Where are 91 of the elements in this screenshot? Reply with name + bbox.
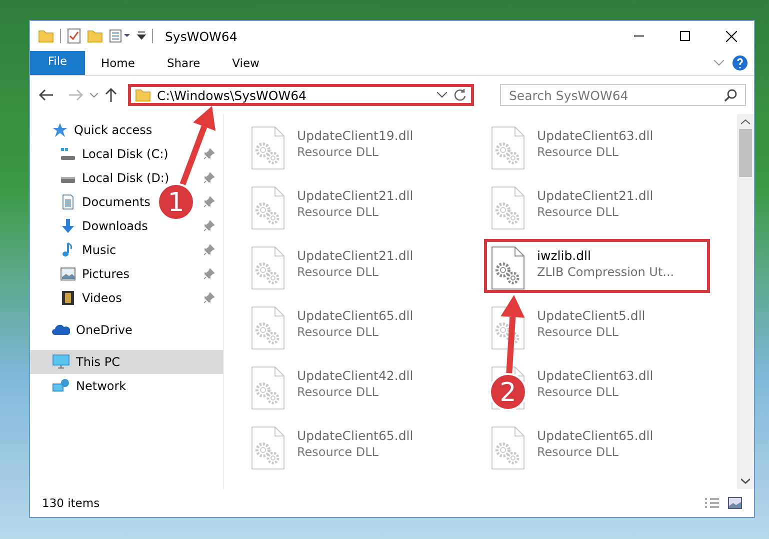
file-gear-icon xyxy=(251,186,285,230)
file-type: Resource DLL xyxy=(537,385,620,399)
file-name[interactable]: UpdateClient65.dll xyxy=(297,428,414,443)
address-bar[interactable]: C:\Windows\SysWOW64 xyxy=(128,84,474,106)
file-gear-icon xyxy=(251,306,285,350)
file-type: Resource DLL xyxy=(537,145,620,159)
sidebar-item[interactable]: Quick access xyxy=(30,118,156,142)
file-gear-icon xyxy=(491,426,525,470)
refresh-icon[interactable] xyxy=(453,88,467,102)
file-gear-icon xyxy=(491,186,525,230)
details-view-icon[interactable] xyxy=(704,497,720,509)
ribbon-tab[interactable]: View xyxy=(216,51,276,75)
file-name[interactable]: UpdateClient21.dll xyxy=(297,248,414,263)
file-name[interactable]: UpdateClient5.dll xyxy=(537,308,646,323)
ribbon-tab[interactable]: File xyxy=(30,51,85,75)
file-name[interactable]: UpdateClient42.dll xyxy=(297,368,414,383)
file-type: Resource DLL xyxy=(537,205,620,219)
maximize-icon xyxy=(680,31,690,41)
pin-icon[interactable] xyxy=(203,244,215,256)
folder-icon xyxy=(135,87,151,103)
file-gear-icon xyxy=(251,126,285,170)
file-gear-icon xyxy=(251,426,285,470)
network-icon xyxy=(52,378,70,394)
file-type: Resource DLL xyxy=(297,445,380,459)
ribbon-tab[interactable]: Share xyxy=(150,51,216,75)
film-icon xyxy=(60,290,76,306)
monitor-icon xyxy=(52,354,70,370)
file-type: Resource DLL xyxy=(297,325,380,339)
checklist-icon[interactable] xyxy=(67,28,81,44)
file-name[interactable]: UpdateClient21.dll xyxy=(297,188,414,203)
file-type: ZLIB Compression Ut... xyxy=(537,265,674,279)
scroll-down-icon[interactable] xyxy=(741,478,750,484)
sidebar-item[interactable]: Documents xyxy=(30,190,154,214)
folder-icon xyxy=(38,28,54,44)
sidebar-item[interactable]: Local Disk (C:) xyxy=(30,142,172,166)
help-icon[interactable] xyxy=(732,55,748,71)
file-gear-icon xyxy=(491,126,525,170)
file-type: Resource DLL xyxy=(537,325,620,339)
search-field[interactable]: Search SysWOW64 xyxy=(500,84,746,106)
sidebar-item[interactable]: Network xyxy=(30,374,130,398)
window-title: SysWOW64 xyxy=(165,28,238,44)
file-name[interactable]: UpdateClient63.dll xyxy=(537,128,654,143)
chevron-down-icon[interactable] xyxy=(90,92,98,98)
scrollbar[interactable] xyxy=(737,114,754,489)
large-icons-view-icon[interactable] xyxy=(728,497,742,509)
file-name[interactable]: UpdateClient65.dll xyxy=(537,428,654,443)
search-icon xyxy=(724,88,737,102)
properties-icon[interactable] xyxy=(109,29,131,43)
sidebar-item[interactable]: Music xyxy=(30,238,120,262)
up-arrow-icon[interactable] xyxy=(104,87,118,103)
scroll-thumb[interactable] xyxy=(739,129,752,177)
file-type: Resource DLL xyxy=(297,205,380,219)
pin-icon[interactable] xyxy=(203,196,215,208)
file-type: Resource DLL xyxy=(537,445,620,459)
download-arrow-icon xyxy=(60,218,76,234)
file-name[interactable]: UpdateClient19.dll xyxy=(297,128,414,143)
file-type: Resource DLL xyxy=(297,265,380,279)
file-type: Resource DLL xyxy=(297,145,380,159)
back-arrow-icon[interactable] xyxy=(38,88,54,102)
step-badge: 2 xyxy=(489,373,527,411)
pin-icon[interactable] xyxy=(203,172,215,184)
sidebar-item[interactable]: Pictures xyxy=(30,262,134,286)
file-name[interactable]: iwzlib.dll xyxy=(537,248,674,263)
scroll-up-icon[interactable] xyxy=(741,119,750,125)
pin-icon[interactable] xyxy=(203,148,215,160)
sidebar-item[interactable]: Videos xyxy=(30,286,126,310)
file-name[interactable]: UpdateClient63.dll xyxy=(537,368,654,383)
drive-icon xyxy=(60,176,76,184)
item-count: 130 items xyxy=(42,496,100,510)
dropdown-caret-icon[interactable] xyxy=(137,31,146,41)
sidebar-item[interactable]: OneDrive xyxy=(30,318,136,342)
chevron-down-icon[interactable] xyxy=(437,92,447,98)
picture-icon xyxy=(60,266,76,282)
pin-icon[interactable] xyxy=(203,268,215,280)
pin-icon[interactable] xyxy=(203,292,215,304)
ribbon-tab[interactable]: Home xyxy=(85,51,151,75)
document-icon xyxy=(60,194,76,210)
file-gear-icon xyxy=(251,246,285,290)
file-gear-icon xyxy=(251,366,285,410)
cloud-icon xyxy=(52,322,70,338)
sidebar-item[interactable]: Downloads xyxy=(30,214,152,238)
pin-icon[interactable] xyxy=(203,220,215,232)
file-gear-icon xyxy=(491,246,525,290)
file-name[interactable]: UpdateClient21.dll xyxy=(537,188,654,203)
file-type: Resource DLL xyxy=(297,385,380,399)
step-badge: 1 xyxy=(157,183,195,221)
drive-icon xyxy=(60,146,76,162)
star-icon xyxy=(52,122,68,138)
minimize-icon xyxy=(634,35,644,37)
close-icon xyxy=(726,30,736,42)
file-name[interactable]: UpdateClient65.dll xyxy=(297,308,414,323)
